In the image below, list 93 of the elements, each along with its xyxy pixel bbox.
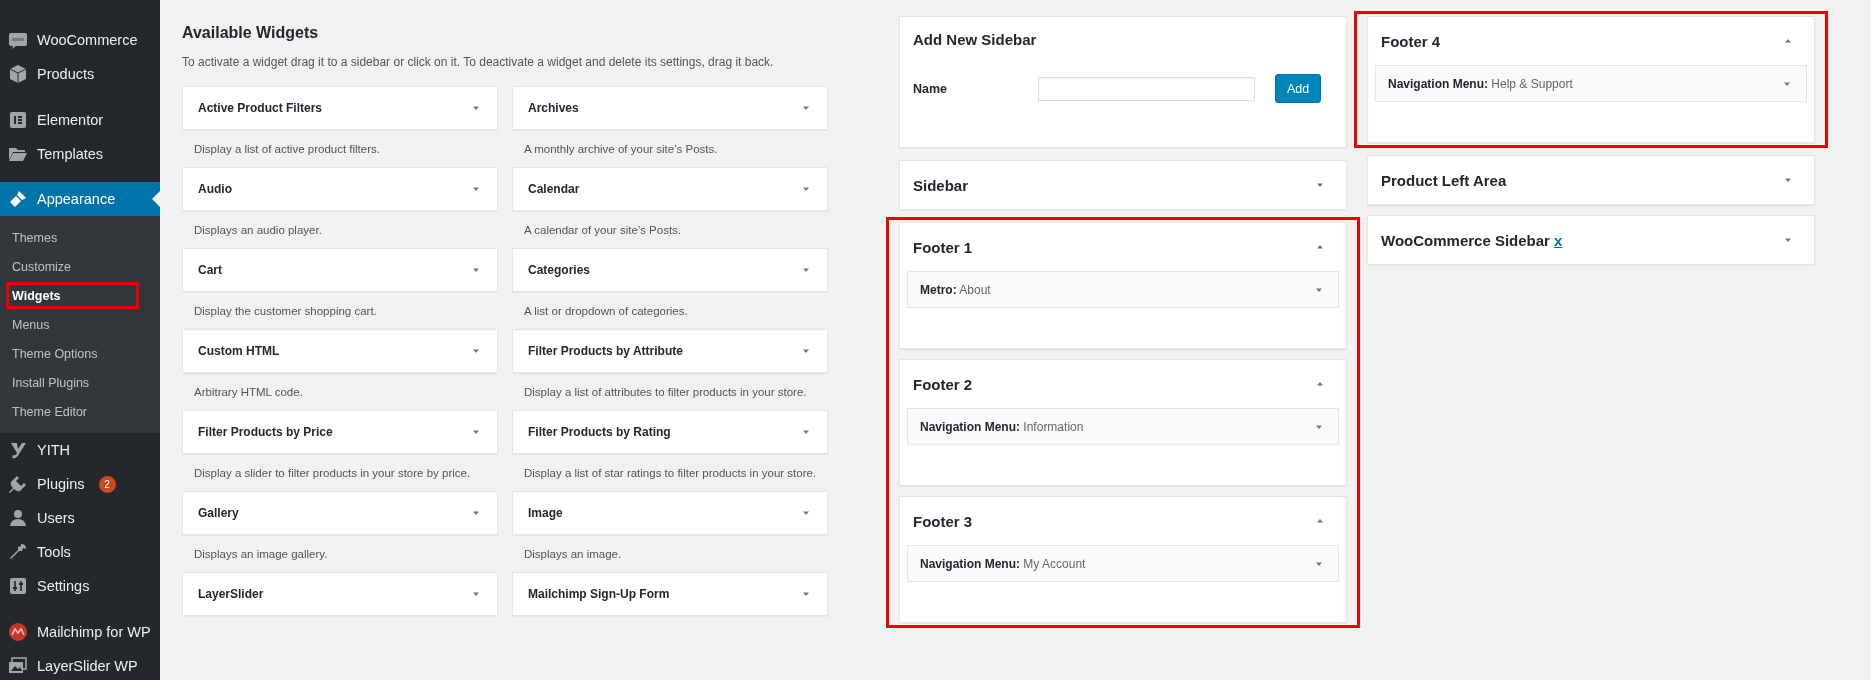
menu-item[interactable]: YITH [0,433,160,467]
menu-item[interactable]: Appearance [0,182,160,216]
widget-tile[interactable]: Categories [512,248,828,292]
widget-title: Audio [198,182,232,196]
widget-description: Displays an image. [523,547,623,562]
widget-title: Navigation Menu: Help & Support [1388,76,1573,91]
widget-title: Cart [198,263,222,277]
widget-tile[interactable]: Metro: About [907,271,1339,308]
submenu-item[interactable]: Customize [0,252,160,281]
widget-tile[interactable]: LayerSlider [182,572,498,616]
widget-title: Navigation Menu: My Account [920,556,1086,571]
sidebar-title: Footer 3 [913,512,973,530]
count-badge: 2 [98,475,116,493]
widget-description: Display a list of star ratings to filter products in your store. [523,466,818,481]
widget-title: Gallery [198,506,239,520]
menu-item[interactable]: Tools [0,535,160,569]
submenu-item[interactable]: Theme Options [0,339,160,368]
widget-title: Categories [528,263,591,277]
widget-tile[interactable]: Navigation Menu: My Account [907,545,1339,582]
sliders-icon [8,576,28,596]
widget-title: Filter Products by Price [198,425,333,439]
widget-title: Filter Products by Rating [528,425,671,439]
remove-link[interactable]: x [1554,231,1563,249]
images-icon [8,656,28,676]
submenu-item[interactable]: Menus [0,310,160,339]
widget-tile[interactable]: Audio [182,167,498,211]
sidebar-title: Footer 2 [913,375,973,393]
field-label: Name [913,81,949,96]
widget-description: Displays an image gallery. [193,547,329,562]
widget-tile[interactable]: Custom HTML [182,329,498,373]
add-button[interactable]: Add [1275,74,1322,103]
menu-item[interactable]: Mailchimp for WP [0,615,160,649]
widget-title: Active Product Filters [198,101,323,115]
speech-bubble-icon [8,30,28,50]
menu-item[interactable]: WooCommerce [0,23,160,57]
widget-tile[interactable]: Filter Products by Price [182,410,498,454]
menu-item[interactable]: Templates [0,137,160,171]
widget-tile[interactable]: Image [512,491,828,535]
widget-title: Archives [528,101,579,115]
submenu-item[interactable]: Install Plugins [0,368,160,397]
widget-title: Mailchimp Sign-Up Form [528,587,670,601]
widget-tile[interactable]: Archives [512,86,828,130]
brush-icon [8,189,28,209]
widget-description: Arbitrary HTML code. [193,385,304,400]
widget-tile[interactable]: Filter Products by Attribute [512,329,828,373]
widget-tile[interactable]: Cart [182,248,498,292]
widget-tile[interactable]: Navigation Menu: Information [907,408,1339,445]
submenu-item[interactable]: Theme Editor [0,397,160,426]
widget-description: A monthly archive of your site’s Posts. [523,142,719,157]
sidebar-title: Footer 4 [1381,32,1441,50]
sidebar-title: Product Left Area [1381,171,1507,189]
widget-title: Metro: About [920,282,991,297]
menu-item[interactable]: Elementor [0,103,160,137]
widget-title: Filter Products by Attribute [528,344,683,358]
submenu-item[interactable]: Widgets [5,281,140,310]
widget-tile[interactable]: Active Product Filters [182,86,498,130]
panel-title: Add New Sidebar [913,31,1038,48]
widget-title: LayerSlider [198,587,264,601]
widget-title: Calendar [528,182,580,196]
y-shape-icon [8,440,28,460]
person-icon [8,508,28,528]
widget-tile[interactable]: Gallery [182,491,498,535]
section-heading: Available Widgets [182,24,320,42]
widget-description: Displays an audio player. [193,223,323,238]
menu-item[interactable]: Settings [0,569,160,603]
input-field[interactable] [1038,76,1255,101]
widget-description: Display the customer shopping cart. [193,304,378,319]
cube-icon [8,64,28,84]
sidebar-title: Footer 1 [913,238,973,256]
plug-icon [8,474,28,494]
widget-description: A calendar of your site’s Posts. [523,223,683,238]
menu-item[interactable]: Plugins 2 [0,467,160,501]
widget-description: Display a list of active product filters. [193,142,381,157]
sidebar-title: WooCommerce Sidebar x [1381,231,1563,249]
sidebar-title: Sidebar [913,176,969,194]
widget-description: Display a slider to filter products in your store by price. [193,466,472,481]
menu-item[interactable]: LayerSlider WP [0,649,160,680]
widget-tile[interactable]: Navigation Menu: Help & Support [1375,65,1807,102]
widget-title: Custom HTML [198,344,280,358]
widget-title: Navigation Menu: Information [920,419,1084,434]
square-lines-icon [8,110,28,130]
widget-description: A list or dropdown of categories. [523,304,689,319]
widget-tile[interactable]: Calendar [512,167,828,211]
wrench-icon [8,542,28,562]
widget-tile[interactable]: Filter Products by Rating [512,410,828,454]
widget-description: Display a list of attributes to filter products in your store. [523,385,808,400]
menu-item[interactable]: Users [0,501,160,535]
section-description: To activate a widget drag it to a sidebar or click on it. To deactivate a widget and delete its settings, drag it back. [182,54,775,71]
menu-item[interactable]: Products [0,57,160,91]
submenu-item[interactable]: Themes [0,223,160,252]
widget-title: Image [528,506,563,520]
round-logo-icon [8,622,28,642]
widget-tile[interactable]: Mailchimp Sign-Up Form [512,572,828,616]
